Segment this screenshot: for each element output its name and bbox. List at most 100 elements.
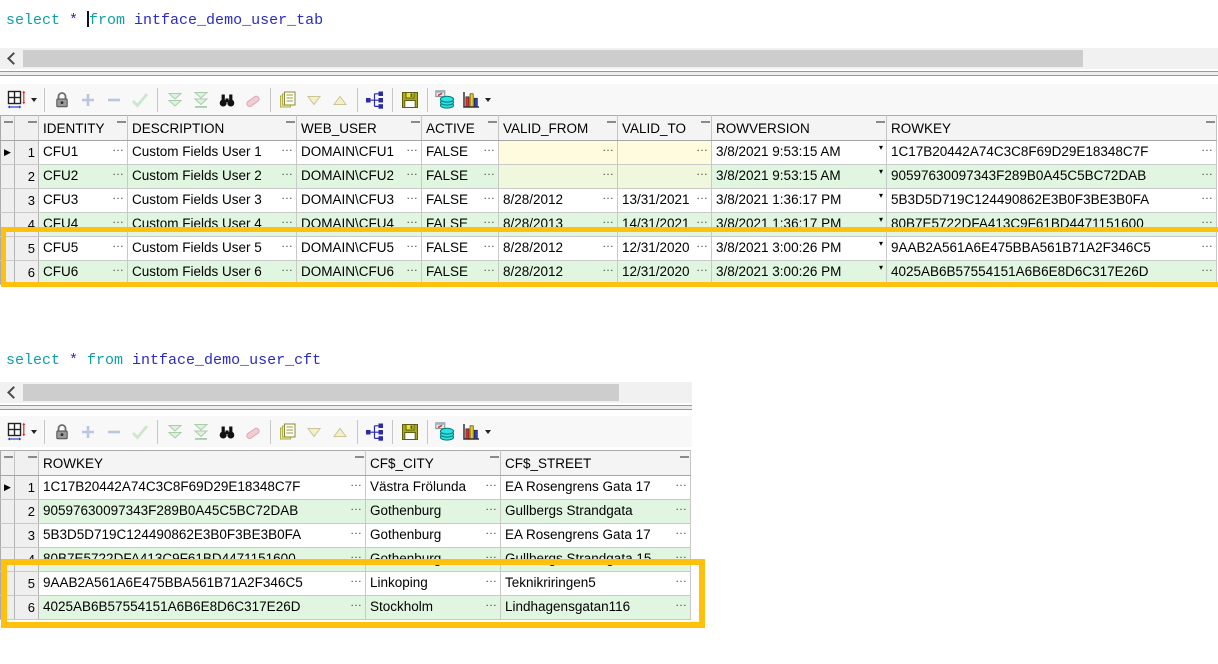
horizontal-scrollbar-1[interactable] — [0, 48, 1218, 69]
cell-ellipsis-icon[interactable]: … — [696, 189, 708, 203]
cell-ellipsis-icon[interactable]: … — [485, 596, 497, 610]
cell-ellipsis-icon[interactable]: … — [675, 596, 687, 610]
cell-ellipsis-icon[interactable]: … — [112, 189, 124, 203]
cell-web_user-row3[interactable]: DOMAIN\CFU3… — [297, 189, 422, 213]
cell-rowversion-row3[interactable]: 3/8/2021 1:36:17 PM▾ — [712, 189, 887, 213]
result-grid-1[interactable]: IDENTITYDESCRIPTIONWEB_USERACTIVEVALID_F… — [0, 115, 1217, 285]
cell-active-row2[interactable]: FALSE… — [422, 165, 499, 189]
column-header-web_user[interactable]: WEB_USER — [297, 116, 422, 141]
cell-ellipsis-icon[interactable]: … — [1201, 213, 1213, 227]
cell-ellipsis-icon[interactable]: … — [1201, 237, 1213, 251]
lock-icon[interactable] — [49, 87, 75, 113]
column-header-rowkey[interactable]: ROWKEY — [887, 116, 1217, 141]
cell-web_user-row6[interactable]: DOMAIN\CFU6… — [297, 261, 422, 285]
cell-ellipsis-icon[interactable]: … — [350, 596, 362, 610]
row-marker[interactable] — [1, 548, 15, 572]
scroll-left-button[interactable] — [0, 382, 22, 403]
panel-splitter-2[interactable] — [0, 405, 692, 410]
column-resize-handle[interactable] — [117, 121, 126, 123]
cell-valid_to-row1[interactable]: … — [618, 141, 712, 165]
column-resize-handle[interactable] — [680, 456, 689, 458]
cell-ellipsis-icon[interactable]: … — [112, 237, 124, 251]
panel-splitter-1[interactable] — [0, 71, 1218, 76]
cell-dropdown-icon[interactable]: ▾ — [879, 239, 883, 248]
cell-rowkey-row2[interactable]: 90597630097343F289B0A45C5BC72DAB… — [887, 165, 1217, 189]
cell-cf$_city-row4[interactable]: Gothenburg… — [366, 548, 501, 572]
row-marker[interactable] — [1, 213, 15, 237]
cell-ellipsis-icon[interactable]: … — [112, 165, 124, 179]
cell-ellipsis-icon[interactable]: … — [696, 141, 708, 155]
result-grid-2[interactable]: ROWKEYCF$_CITYCF$_STREET▶11C17B20442A74C… — [0, 450, 691, 620]
chevron-down-icon[interactable] — [31, 98, 37, 102]
cell-rowversion-row1[interactable]: 3/8/2021 9:53:15 AM▾ — [712, 141, 887, 165]
column-resize-handle[interactable] — [4, 456, 13, 458]
row-marker[interactable] — [1, 572, 15, 596]
row-marker[interactable] — [1, 524, 15, 548]
cell-identity-row4[interactable]: CFU4… — [39, 213, 128, 237]
cell-rowkey-row5[interactable]: 9AAB2A561A6E475BBA561B71A2F346C5… — [887, 237, 1217, 261]
row-number[interactable]: 2 — [15, 165, 39, 189]
row-number[interactable]: 1 — [15, 476, 39, 500]
column-resize-handle[interactable] — [355, 456, 364, 458]
cell-ellipsis-icon[interactable]: … — [602, 165, 614, 179]
cell-ellipsis-icon[interactable]: … — [350, 524, 362, 538]
row-number[interactable]: 5 — [15, 237, 39, 261]
cell-valid_to-row5[interactable]: 12/31/2020… — [618, 237, 712, 261]
record-structure-icon[interactable] — [362, 87, 388, 113]
cell-ellipsis-icon[interactable]: … — [483, 165, 495, 179]
cell-ellipsis-icon[interactable]: … — [483, 213, 495, 227]
cell-valid_from-row5[interactable]: 8/28/2012… — [499, 237, 618, 261]
cell-description-row6[interactable]: Custom Fields User 6… — [128, 261, 297, 285]
current-row-marker-icon[interactable]: ▶ — [1, 141, 15, 165]
scrollbar-thumb[interactable] — [23, 384, 619, 401]
save-icon[interactable] — [397, 419, 423, 445]
cell-ellipsis-icon[interactable]: … — [112, 141, 124, 155]
sql-query-1[interactable]: select * from intface_demo_user_tab — [6, 11, 323, 29]
cell-cf$_street-row2[interactable]: Gullbergs Strandgata… — [501, 500, 691, 524]
cell-dropdown-icon[interactable]: ▾ — [879, 167, 883, 176]
cell-ellipsis-icon[interactable]: … — [1201, 189, 1213, 203]
sql-query-2[interactable]: select * from intface_demo_user_cft — [6, 352, 321, 369]
cell-ellipsis-icon[interactable]: … — [406, 165, 418, 179]
row-number[interactable]: 6 — [15, 596, 39, 620]
cell-dropdown-icon[interactable]: ▾ — [879, 263, 883, 272]
cell-rowkey-row6[interactable]: 4025AB6B57554151A6B6E8D6C317E26D… — [39, 596, 366, 620]
cell-valid_from-row1[interactable]: … — [499, 141, 618, 165]
row-marker[interactable] — [1, 237, 15, 261]
lock-icon[interactable] — [49, 419, 75, 445]
cell-identity-row2[interactable]: CFU2… — [39, 165, 128, 189]
cell-rowkey-row1[interactable]: 1C17B20442A74C3C8F69D29E18348C7F… — [39, 476, 366, 500]
row-number[interactable]: 6 — [15, 261, 39, 285]
cell-ellipsis-icon[interactable]: … — [483, 261, 495, 275]
cell-ellipsis-icon[interactable]: … — [485, 500, 497, 514]
cell-ellipsis-icon[interactable]: … — [281, 189, 293, 203]
row-number[interactable]: 4 — [15, 548, 39, 572]
cell-ellipsis-icon[interactable]: … — [485, 524, 497, 538]
cell-ellipsis-icon[interactable]: … — [281, 141, 293, 155]
horizontal-scrollbar-2[interactable] — [0, 382, 692, 403]
cell-ellipsis-icon[interactable]: … — [602, 141, 614, 155]
column-resize-handle[interactable] — [286, 121, 295, 123]
row-number[interactable]: 3 — [15, 189, 39, 213]
row-marker[interactable] — [1, 189, 15, 213]
cell-ellipsis-icon[interactable]: … — [675, 500, 687, 514]
row-marker[interactable] — [1, 500, 15, 524]
cell-rowversion-row2[interactable]: 3/8/2021 9:53:15 AM▾ — [712, 165, 887, 189]
cell-cf$_street-row3[interactable]: EA Rosengrens Gata 17… — [501, 524, 691, 548]
cell-ellipsis-icon[interactable]: … — [406, 237, 418, 251]
cell-ellipsis-icon[interactable]: … — [350, 548, 362, 562]
column-header-cf$_city[interactable]: CF$_CITY — [366, 451, 501, 476]
cell-active-row3[interactable]: FALSE… — [422, 189, 499, 213]
cell-valid_from-row4[interactable]: 8/28/2013… — [499, 213, 618, 237]
column-header-rowversion[interactable]: ROWVERSION — [712, 116, 887, 141]
cell-valid_from-row2[interactable]: … — [499, 165, 618, 189]
cell-ellipsis-icon[interactable]: … — [602, 237, 614, 251]
copy-data-icon[interactable] — [275, 419, 301, 445]
cell-ellipsis-icon[interactable]: … — [602, 261, 614, 275]
column-header-cf$_street[interactable]: CF$_STREET — [501, 451, 691, 476]
cell-ellipsis-icon[interactable]: … — [602, 189, 614, 203]
cell-rowkey-row3[interactable]: 5B3D5D719C124490862E3B0F3BE3B0FA… — [39, 524, 366, 548]
cell-cf$_street-row4[interactable]: Gullbergs Strandgata 15… — [501, 548, 691, 572]
column-header-description[interactable]: DESCRIPTION — [128, 116, 297, 141]
cell-cf$_street-row1[interactable]: EA Rosengrens Gata 17… — [501, 476, 691, 500]
